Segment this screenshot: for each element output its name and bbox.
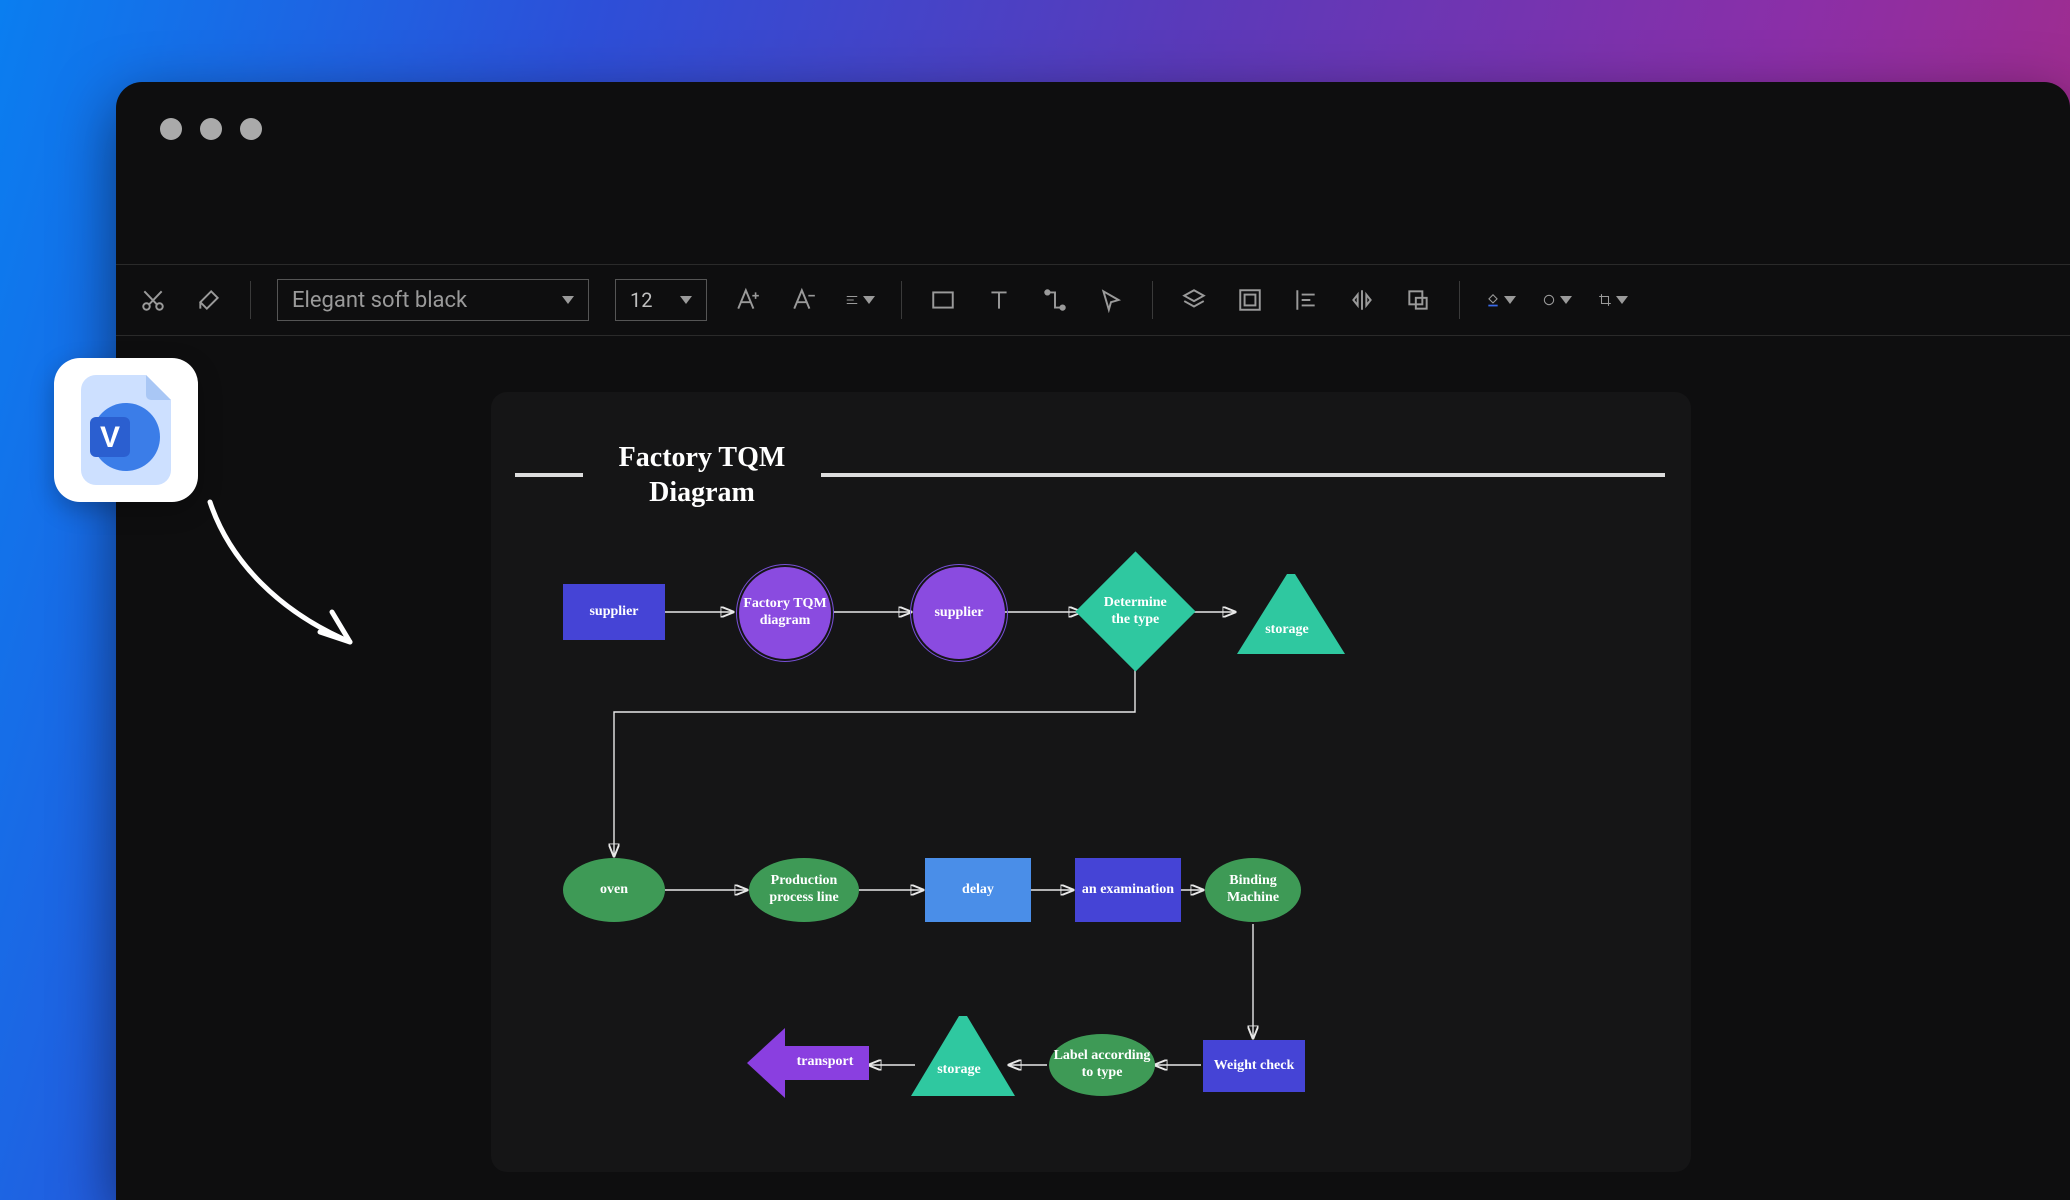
chevron-down-icon (1504, 296, 1516, 304)
chevron-down-icon (863, 296, 875, 304)
font-family-value: Elegant soft black (292, 288, 467, 313)
arrange-icon[interactable] (1403, 285, 1433, 315)
node-storage-2[interactable] (911, 1008, 1015, 1096)
node-label-type[interactable]: Label according to type (1049, 1034, 1155, 1096)
increase-font-icon[interactable] (733, 285, 763, 315)
node-delay[interactable]: delay (925, 858, 1031, 922)
node-label: Production process line (753, 873, 855, 907)
toolbar-divider (250, 281, 251, 319)
shape-fill-icon[interactable] (1542, 285, 1572, 315)
crop-icon[interactable] (1598, 285, 1628, 315)
connector-tool-icon[interactable] (1040, 285, 1070, 315)
node-label: oven (600, 882, 628, 899)
diagram-title: Factory TQM Diagram (607, 440, 797, 510)
fill-color-icon[interactable] (1486, 285, 1516, 315)
cut-icon[interactable] (138, 285, 168, 315)
node-label: supplier (589, 604, 638, 621)
app-window: Elegant soft black 12 (116, 82, 2070, 1200)
close-window-button[interactable] (160, 118, 182, 140)
toolbar: Elegant soft black 12 (116, 264, 2070, 336)
node-binding[interactable]: Binding Machine (1205, 858, 1301, 922)
file-type-badge: V (54, 358, 198, 502)
node-label: Label according to type (1053, 1048, 1151, 1082)
rectangle-tool-icon[interactable] (928, 285, 958, 315)
node-examination[interactable]: an examination (1075, 858, 1181, 922)
node-label: Binding Machine (1209, 873, 1297, 907)
format-painter-icon[interactable] (194, 285, 224, 315)
title-rule-left (515, 473, 583, 477)
toolbar-divider (901, 281, 902, 319)
node-label: storage (1265, 622, 1309, 639)
traffic-lights (160, 118, 262, 140)
pointer-tool-icon[interactable] (1096, 285, 1126, 315)
node-transport[interactable]: transport (747, 1028, 869, 1098)
font-size-value: 12 (630, 288, 652, 312)
node-supplier-2[interactable]: supplier (913, 567, 1005, 659)
node-label: Weight check (1214, 1058, 1295, 1075)
chevron-down-icon (1616, 296, 1628, 304)
node-label: Determine the type (1093, 594, 1178, 628)
node-label: an examination (1082, 882, 1174, 899)
visio-icon: V (76, 375, 176, 485)
flip-icon[interactable] (1347, 285, 1377, 315)
text-tool-icon[interactable] (984, 285, 1014, 315)
node-determine-type[interactable]: Determine the type (1081, 557, 1189, 665)
svg-text:V: V (100, 421, 120, 454)
font-family-select[interactable]: Elegant soft black (277, 279, 589, 321)
node-label: supplier (934, 605, 983, 622)
annotation-arrow (190, 492, 380, 682)
node-storage-2-label: storage (929, 1058, 989, 1083)
node-factory-tqm[interactable]: Factory TQM diagram (739, 567, 831, 659)
chevron-down-icon (562, 296, 574, 304)
maximize-window-button[interactable] (240, 118, 262, 140)
node-label: delay (962, 882, 994, 899)
node-oven[interactable]: oven (563, 858, 665, 922)
font-size-select[interactable]: 12 (615, 279, 707, 321)
diagram-canvas[interactable]: Factory TQM Diagram (491, 392, 1691, 1172)
node-label: transport (797, 1054, 854, 1071)
diagram-title-row: Factory TQM Diagram (515, 440, 1665, 510)
layers-icon[interactable] (1179, 285, 1209, 315)
toolbar-divider (1459, 281, 1460, 319)
minimize-window-button[interactable] (200, 118, 222, 140)
node-supplier-1[interactable]: supplier (563, 584, 665, 640)
group-icon[interactable] (1235, 285, 1265, 315)
toolbar-divider (1152, 281, 1153, 319)
align-icon[interactable] (845, 285, 875, 315)
node-weight-check[interactable]: Weight check (1203, 1040, 1305, 1092)
chevron-down-icon (680, 296, 692, 304)
title-rule-right (821, 473, 1665, 477)
node-storage-1-label: storage (1257, 618, 1317, 643)
node-label: Factory TQM diagram (743, 596, 827, 630)
decrease-font-icon[interactable] (789, 285, 819, 315)
node-label: storage (937, 1062, 981, 1079)
chevron-down-icon (1560, 296, 1572, 304)
align-left-icon[interactable] (1291, 285, 1321, 315)
node-production[interactable]: Production process line (749, 858, 859, 922)
